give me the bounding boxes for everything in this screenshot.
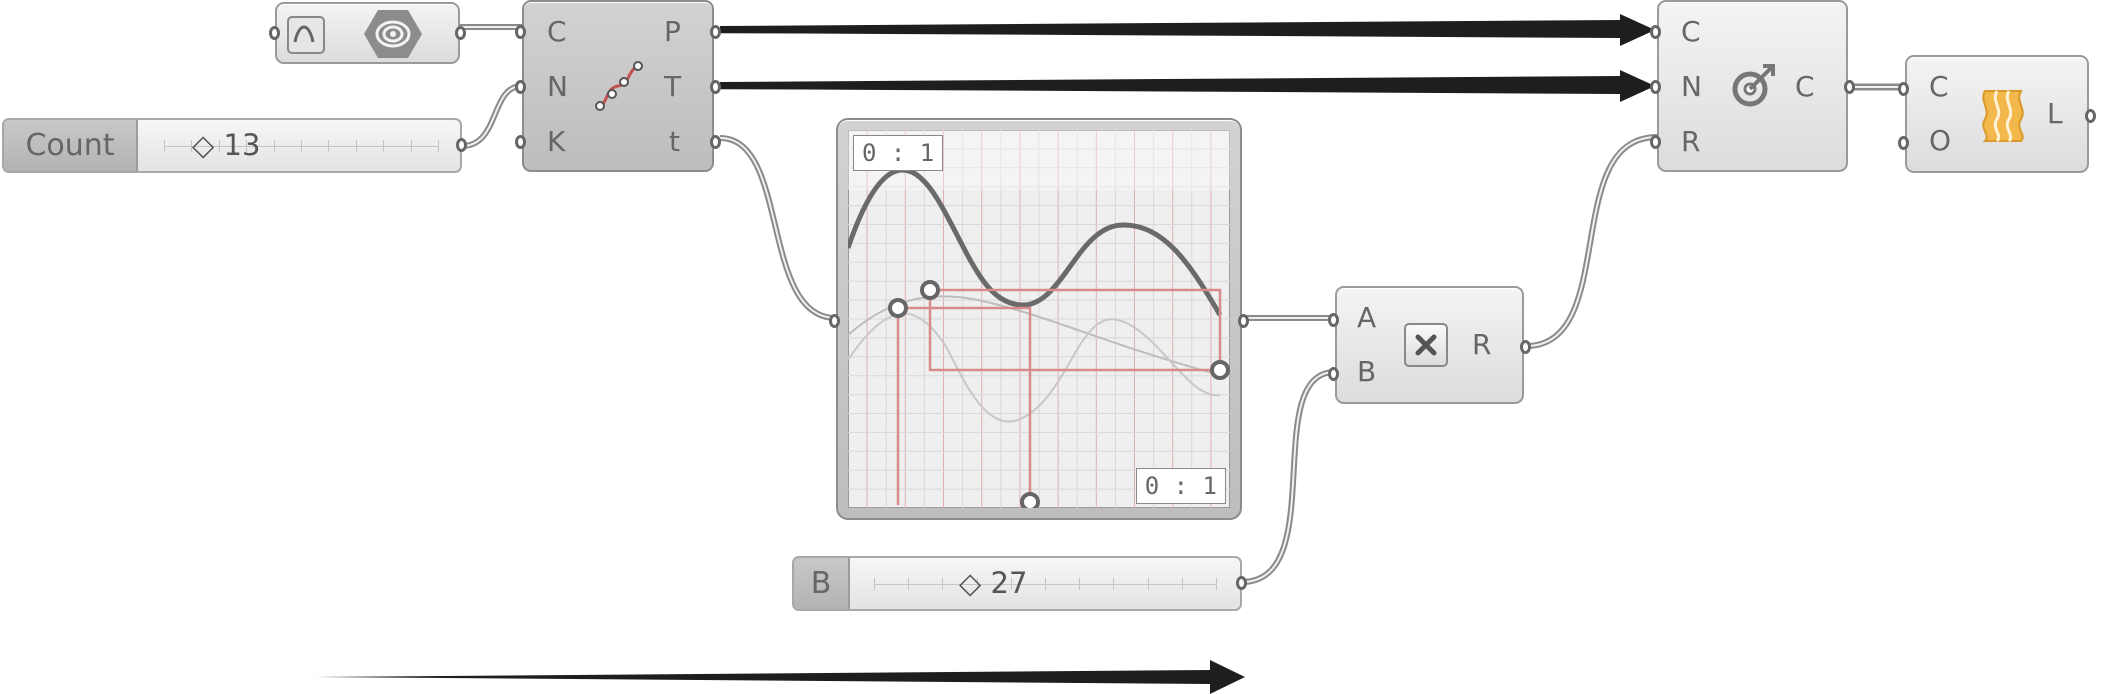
y-domain-label[interactable]: 0 : 1	[1135, 468, 1226, 504]
output-grip-r[interactable]	[1520, 340, 1531, 354]
input-grip-a[interactable]	[1328, 313, 1339, 327]
input-o[interactable]: O	[1929, 127, 1951, 155]
output-grip-c[interactable]	[1844, 80, 1855, 94]
output-p[interactable]: P	[664, 18, 681, 46]
b-slider-value[interactable]: ◇ 27	[959, 566, 1027, 600]
slider-tick	[1079, 578, 1081, 590]
wire-count-to-n	[461, 83, 523, 149]
output-grip[interactable]	[455, 26, 466, 40]
divide-curve-icon	[594, 58, 644, 113]
output-t[interactable]: T	[664, 73, 681, 101]
output-grip[interactable]	[456, 138, 467, 152]
wire-bslider-to-b	[1241, 369, 1336, 585]
slider-tick	[383, 140, 385, 152]
input-c[interactable]: C	[547, 18, 567, 46]
input-grip-c[interactable]	[1650, 25, 1661, 39]
input-r[interactable]: R	[1681, 128, 1700, 156]
input-grip[interactable]	[269, 26, 280, 40]
count-slider[interactable]: Count ◇ 13	[2, 118, 467, 173]
wire-r-to-circle-r	[1525, 134, 1658, 349]
output-grip[interactable]	[1238, 314, 1249, 328]
slider-track	[874, 578, 1217, 590]
slider-tick	[410, 140, 412, 152]
graph-handle[interactable]	[888, 298, 908, 318]
input-grip-c[interactable]	[1898, 82, 1909, 96]
slider-tick	[301, 140, 302, 152]
loft-icon	[1977, 85, 2029, 143]
count-slider-value[interactable]: ◇ 13	[192, 128, 260, 162]
slider-tick	[355, 140, 357, 152]
slider-tick	[1113, 578, 1115, 590]
output-grip[interactable]	[1236, 576, 1247, 590]
divide-curve-component[interactable]: C N K P T t	[515, 0, 721, 172]
input-a[interactable]: A	[1357, 304, 1376, 332]
slider-tick	[942, 578, 944, 590]
output-c[interactable]: C	[1795, 73, 1815, 101]
input-grip-o[interactable]	[1898, 136, 1909, 150]
input-n[interactable]: N	[547, 73, 568, 101]
x-domain-label[interactable]: 0 : 1	[853, 135, 944, 171]
input-grip-c[interactable]	[515, 25, 526, 39]
output-grip-t-param[interactable]	[710, 135, 721, 149]
slider-tick	[328, 140, 330, 152]
spiral-hex-icon	[362, 8, 424, 60]
arrow-to-circle-n	[720, 70, 1655, 102]
geometry-param[interactable]	[269, 2, 466, 64]
output-grip-t[interactable]	[710, 80, 721, 94]
multiply-icon	[1404, 323, 1448, 367]
output-grip-l[interactable]	[2085, 109, 2096, 123]
slider-tick	[908, 578, 910, 590]
graph-handle[interactable]	[920, 280, 940, 300]
input-grip-n[interactable]	[1650, 80, 1661, 94]
bezier-icon	[287, 16, 325, 54]
graph-canvas[interactable]	[848, 130, 1230, 508]
input-grip-b[interactable]	[1328, 367, 1339, 381]
circle-cnr-component[interactable]: C N R C	[1650, 0, 1855, 172]
graph-handle[interactable]	[1020, 492, 1040, 508]
slider-tick	[1045, 578, 1046, 590]
input-k[interactable]: K	[547, 128, 565, 156]
b-slider-name: B	[794, 558, 850, 609]
input-b[interactable]: B	[1357, 358, 1376, 386]
slider-tick	[438, 140, 439, 152]
slider-tick	[874, 578, 875, 590]
circle-cnr-icon	[1729, 60, 1779, 110]
input-c[interactable]: C	[1681, 18, 1701, 46]
output-r[interactable]: R	[1472, 331, 1491, 359]
wire-t-to-graph	[719, 135, 837, 321]
input-grip-k[interactable]	[515, 135, 526, 149]
output-t-param[interactable]: t	[669, 128, 680, 156]
arrow-bottom	[315, 660, 1245, 694]
loft-component[interactable]: C O L	[1898, 55, 2096, 173]
input-grip[interactable]	[829, 314, 840, 328]
slider-tick	[1216, 578, 1217, 590]
arrow-to-circle-c	[720, 14, 1655, 46]
input-n[interactable]: N	[1681, 73, 1702, 101]
count-slider-name: Count	[4, 120, 138, 171]
slider-tick	[164, 140, 165, 152]
b-slider[interactable]: B ◇ 27	[792, 556, 1247, 611]
output-l[interactable]: L	[2047, 100, 2063, 128]
graph-handle[interactable]	[1210, 360, 1230, 380]
slider-tick	[1147, 578, 1149, 590]
multiplication-component[interactable]: A B R	[1328, 286, 1531, 404]
output-grip-p[interactable]	[710, 25, 721, 39]
input-c[interactable]: C	[1929, 73, 1949, 101]
input-grip-n[interactable]	[515, 80, 526, 94]
slider-tick	[273, 140, 275, 152]
graph-mapper[interactable]: 0 : 1 0 : 1	[829, 118, 1249, 520]
slider-tick	[1181, 578, 1183, 590]
input-grip-r[interactable]	[1650, 135, 1661, 149]
